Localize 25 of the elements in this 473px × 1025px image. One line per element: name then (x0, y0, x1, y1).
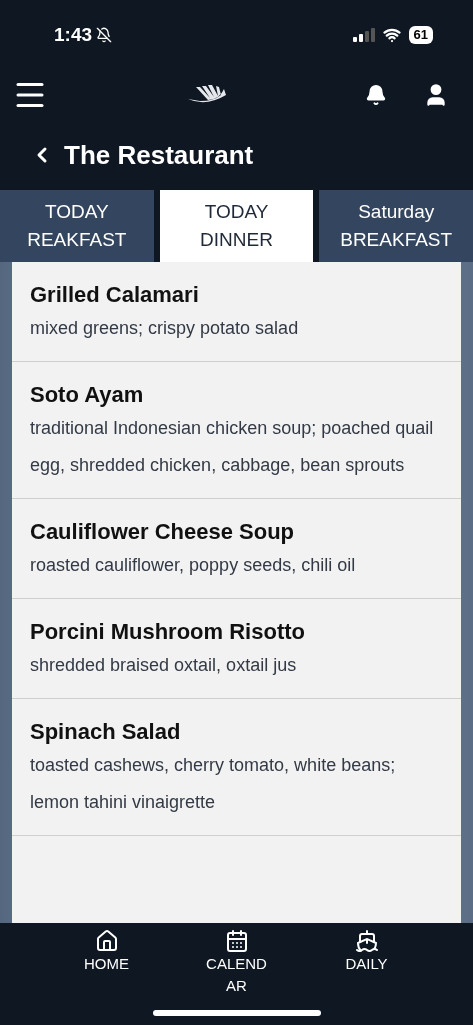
silent-bell-icon (96, 27, 113, 43)
signal-icon (352, 28, 375, 42)
meal-tab[interactable]: TODAY REAKFAST (0, 190, 154, 262)
status-time: 1:43 (54, 22, 93, 47)
page-title: The Restaurant (64, 138, 254, 172)
calendar-icon (224, 929, 249, 953)
dish-description: toasted cashews, cherry tomato, white beans; lemon tahini vinaigrette (30, 754, 397, 814)
nav-tab[interactable]: HOME (71, 929, 142, 1025)
dish-description: mixed greens; crispy potato salad (30, 317, 300, 340)
battery-indicator: 61 (408, 26, 433, 44)
nav-tab[interactable]: CALENDAR (201, 929, 272, 1025)
dish-name: Soto Ayam (30, 381, 145, 409)
notification-bell-icon[interactable] (365, 84, 387, 106)
dish-description: roasted cauliflower, poppy seeds, chili oil (30, 554, 357, 577)
home-icon (94, 929, 119, 953)
dish-description: traditional Indonesian chicken soup; poached quail egg, shredded chicken, cabbage, bean sprouts (30, 417, 435, 477)
dish-description: shredded braised oxtail, oxtail jus (30, 654, 298, 677)
wifi-icon (382, 26, 401, 44)
dish-name: Spinach Salad (30, 718, 182, 746)
dish-name: Porcini Mushroom Risotto (30, 618, 306, 646)
meal-tab[interactable]: TODAY DINNER (159, 190, 314, 262)
dish-name: Cauliflower Cheese Soup (30, 518, 296, 546)
dish-name: Grilled Calamari (30, 281, 200, 309)
nav-tab[interactable]: DAILY (331, 929, 402, 1025)
meal-tab[interactable]: Saturday BREAKFAST (319, 190, 473, 262)
